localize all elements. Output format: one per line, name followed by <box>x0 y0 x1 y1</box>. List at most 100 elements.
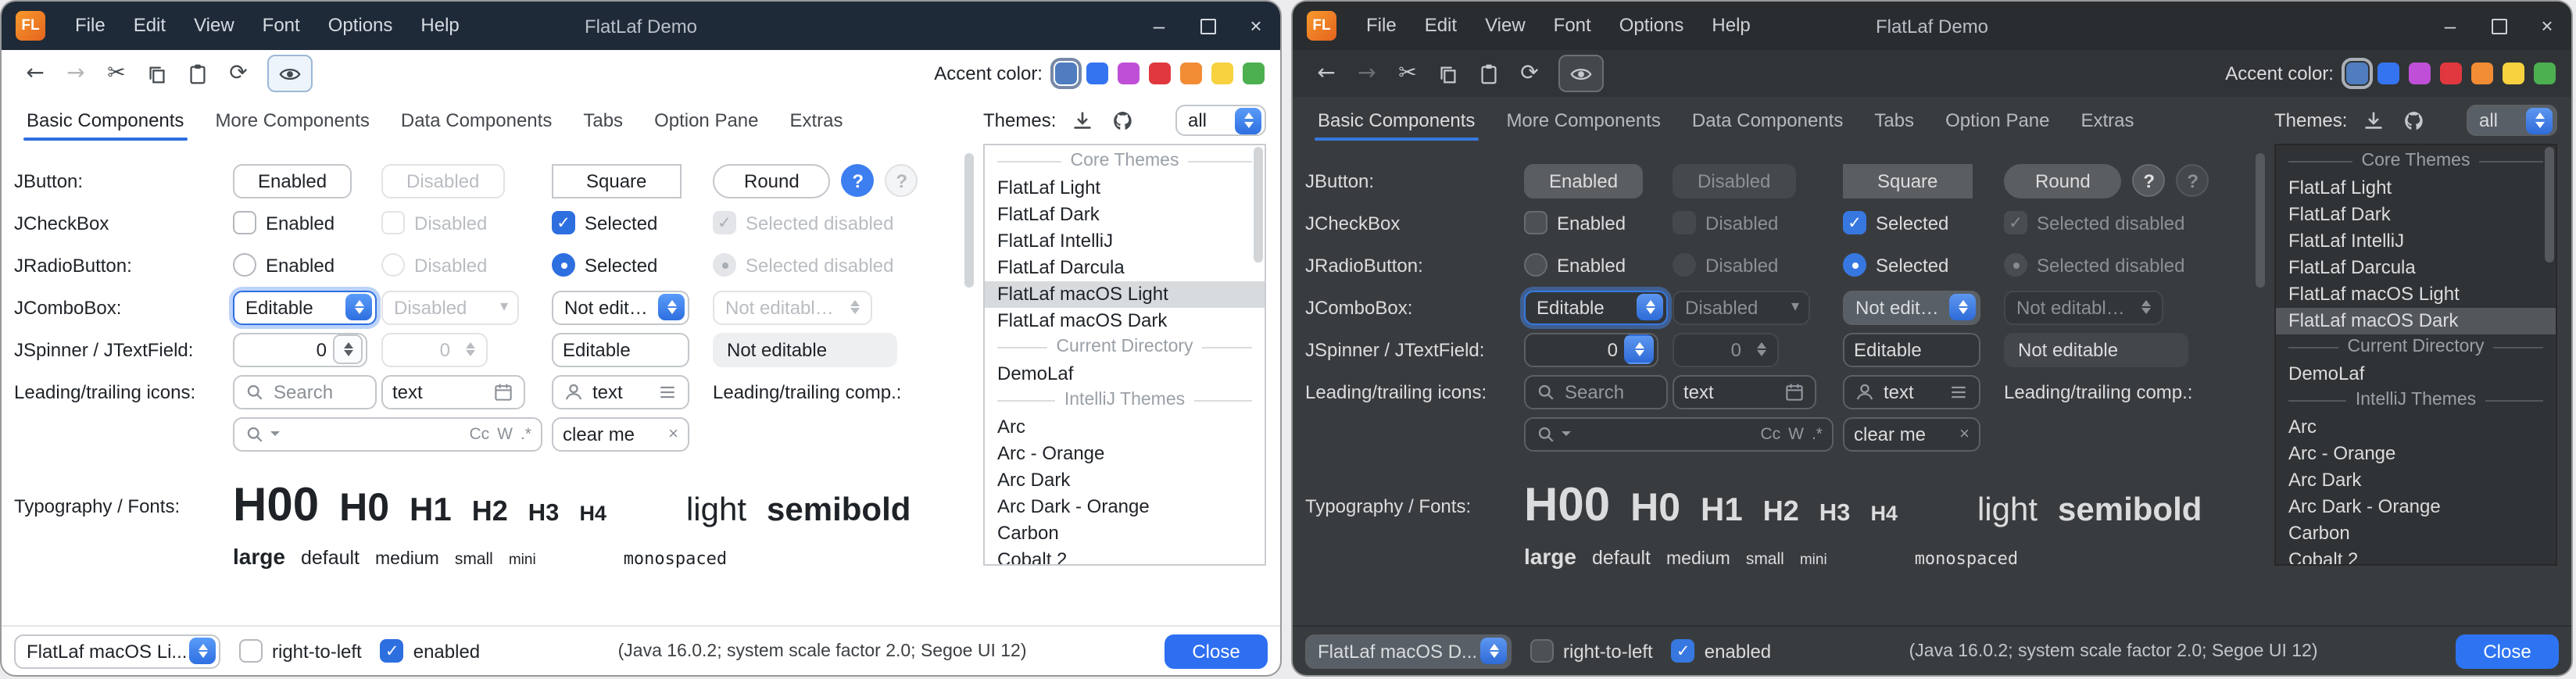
accent-swatch[interactable] <box>1211 63 1233 84</box>
tab[interactable]: Extras <box>775 97 859 144</box>
accent-swatch[interactable] <box>2534 63 2556 84</box>
combobox-arrows-icon[interactable] <box>1480 638 1507 664</box>
tab[interactable]: Tabs <box>1859 97 1930 144</box>
combobox-arrows-icon[interactable] <box>658 294 685 320</box>
calendar-icon[interactable] <box>492 381 514 402</box>
editable-textfield-input[interactable] <box>1854 338 1970 360</box>
editable-textfield-input[interactable] <box>563 338 678 360</box>
spinner-arrows-icon[interactable] <box>1624 334 1654 364</box>
whole-words-button[interactable]: W <box>497 424 513 443</box>
user-field-input[interactable] <box>1884 381 1940 402</box>
combobox-arrows-icon[interactable] <box>1949 294 1976 320</box>
maximize-button[interactable] <box>2474 2 2523 50</box>
menu-item[interactable]: Options <box>314 2 407 50</box>
search-field[interactable] <box>1524 374 1668 409</box>
cut-button[interactable]: ✂ <box>1390 56 1426 91</box>
search-field[interactable] <box>233 374 377 409</box>
radio-enabled[interactable]: Enabled <box>233 253 335 277</box>
clear-icon[interactable]: × <box>668 424 678 443</box>
combobox-arrows-icon[interactable] <box>1235 107 1261 134</box>
theme-list-item[interactable]: Arc - Orange <box>985 441 1265 467</box>
close-button[interactable]: Close <box>1165 634 1268 668</box>
help-button[interactable]: ? <box>842 164 875 197</box>
editable-combobox[interactable] <box>1524 290 1668 324</box>
combobox-arrows-icon[interactable] <box>2526 107 2553 134</box>
match-case-button[interactable]: Cc <box>469 424 489 443</box>
square-button[interactable]: Square <box>552 163 681 198</box>
theme-list-item[interactable]: Arc <box>985 414 1265 441</box>
menu-item[interactable]: Font <box>1540 2 1605 50</box>
eye-toggle-button[interactable] <box>267 55 313 92</box>
clear-field[interactable]: × <box>1843 416 1980 451</box>
accent-swatch[interactable] <box>2409 63 2431 84</box>
content-scrollbar-thumb[interactable] <box>964 153 974 288</box>
radio-enabled[interactable]: Enabled <box>1524 253 1626 277</box>
theme-list-scrollbar-thumb[interactable] <box>2545 147 2554 263</box>
theme-list-item[interactable]: Arc - Orange <box>2276 441 2556 467</box>
theme-filter-combo[interactable]: all <box>2467 105 2557 136</box>
maximize-button[interactable] <box>1183 2 1232 50</box>
github-button[interactable] <box>1109 106 1137 134</box>
menu-item[interactable]: File <box>1352 2 1411 50</box>
back-button[interactable]: ← <box>1308 56 1344 91</box>
back-button[interactable]: ← <box>17 56 53 91</box>
menu-item[interactable]: Help <box>406 2 473 50</box>
enabled-button[interactable]: Enabled <box>233 163 352 198</box>
tab[interactable]: More Components <box>199 97 385 144</box>
paste-button[interactable] <box>180 56 216 91</box>
spinner-input[interactable] <box>1526 338 1624 360</box>
theme-list-scrollbar-thumb[interactable] <box>1254 147 1263 263</box>
help-button[interactable]: ? <box>2133 164 2166 197</box>
minimize-button[interactable]: – <box>1135 2 1183 50</box>
tab[interactable]: Tabs <box>567 97 639 144</box>
square-button[interactable]: Square <box>1843 163 1972 198</box>
enabled-button[interactable]: Enabled <box>1524 163 1643 198</box>
rtl-checkbox[interactable]: right-to-left <box>1530 639 1653 663</box>
round-button[interactable]: Round <box>713 163 831 198</box>
accent-swatch[interactable] <box>2471 63 2493 84</box>
copy-button[interactable] <box>1430 56 1466 91</box>
editable-combobox[interactable] <box>233 290 377 324</box>
accent-swatch[interactable] <box>2377 63 2399 84</box>
combobox-arrows-icon[interactable] <box>189 638 216 664</box>
accent-swatch[interactable] <box>1243 63 1265 84</box>
enabled-checkbox[interactable]: ✓ enabled <box>381 639 480 663</box>
theme-filter-combo[interactable]: all <box>1175 105 1266 136</box>
combobox-arrows-icon[interactable] <box>1637 294 1663 320</box>
spinner-arrows-icon[interactable] <box>333 334 363 364</box>
regex-button[interactable]: .* <box>521 424 531 443</box>
tab[interactable]: More Components <box>1490 97 1676 144</box>
search-icon[interactable] <box>1535 423 1557 445</box>
date-field[interactable] <box>1673 374 1816 409</box>
theme-list-item[interactable]: FlatLaf macOS Light <box>985 281 1265 308</box>
whole-words-button[interactable]: W <box>1788 424 1804 443</box>
search-icon[interactable] <box>244 423 266 445</box>
theme-list-item[interactable]: Arc Dark - Orange <box>985 494 1265 520</box>
search-options-input[interactable] <box>288 423 461 445</box>
tab[interactable]: Data Components <box>385 97 567 144</box>
search-options-field[interactable]: Cc W .* <box>1524 416 1834 451</box>
user-field[interactable] <box>552 374 689 409</box>
match-case-button[interactable]: Cc <box>1760 424 1780 443</box>
chevron-down-icon[interactable] <box>270 431 280 436</box>
theme-list-item[interactable]: Core Themes <box>985 148 1265 175</box>
theme-list-item[interactable]: Cobalt 2 <box>2276 547 2556 566</box>
user-field[interactable] <box>1843 374 1980 409</box>
menu-item[interactable]: Options <box>1605 2 1698 50</box>
rtl-checkbox[interactable]: right-to-left <box>239 639 362 663</box>
menu-item[interactable]: File <box>61 2 120 50</box>
lookandfeel-combo[interactable]: FlatLaf macOS D... <box>1305 634 1512 668</box>
search-options-field[interactable]: Cc W .* <box>233 416 542 451</box>
theme-list-item[interactable]: Arc Dark <box>2276 467 2556 494</box>
theme-list-item[interactable]: FlatLaf Light <box>2276 175 2556 202</box>
accent-swatch[interactable] <box>1149 63 1171 84</box>
date-field-input[interactable] <box>392 381 485 402</box>
content-scrollbar-thumb[interactable] <box>2256 153 2265 288</box>
combobox-arrows-icon[interactable] <box>345 294 372 320</box>
checkbox-enabled[interactable]: Enabled <box>1524 211 1626 234</box>
theme-list-item[interactable]: Arc Dark - Orange <box>2276 494 2556 520</box>
editable-combobox-input[interactable] <box>1526 296 1637 318</box>
menu-item[interactable]: Help <box>1698 2 1764 50</box>
checkbox-enabled[interactable]: Enabled <box>233 211 335 234</box>
theme-list-item[interactable]: FlatLaf Dark <box>985 202 1265 228</box>
